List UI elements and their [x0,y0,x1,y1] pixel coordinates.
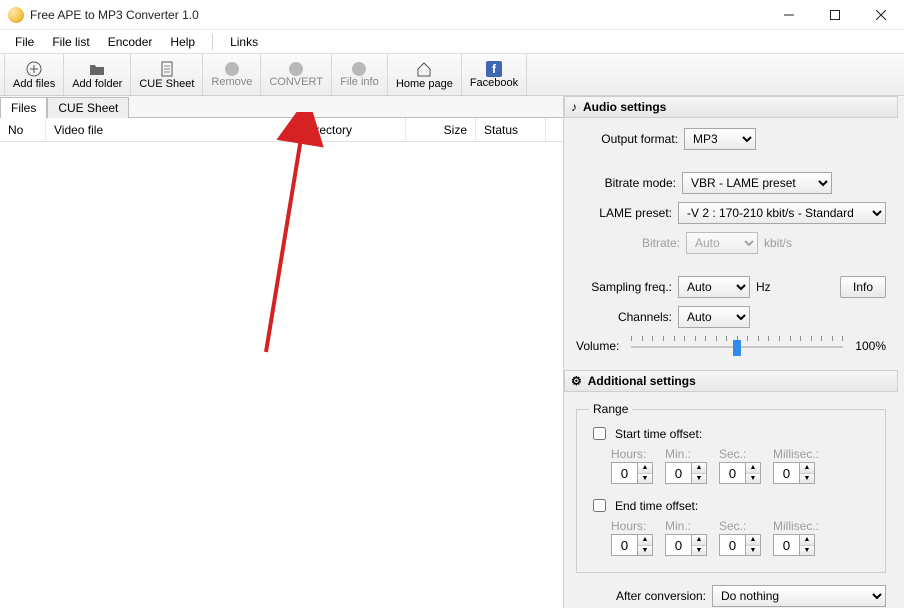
additional-settings-header[interactable]: ⚙ Additional settings [564,370,898,392]
col-directory[interactable]: Directory [296,118,406,141]
home-page-label: Home page [396,78,453,90]
additional-settings-body: Range Start time offset: Hours:Min.:Sec.… [564,392,898,608]
bitrate-mode-select[interactable]: VBR - LAME preset [682,172,832,194]
add-folder-label: Add folder [72,78,122,90]
start-min-spin[interactable]: ▲▼ [665,462,707,484]
cue-sheet-button[interactable]: CUE Sheet [131,54,203,95]
end-ms-spin[interactable]: ▲▼ [773,534,815,556]
volume-label: Volume: [576,339,619,353]
folder-icon [88,60,106,78]
start-offset-checkbox[interactable] [593,427,606,440]
window-title: Free APE to MP3 Converter 1.0 [30,8,766,22]
window-titlebar: Free APE to MP3 Converter 1.0 [0,0,904,30]
end-time-inputs: ▲▼ ▲▼ ▲▼ ▲▼ [611,534,873,556]
close-button[interactable] [858,0,904,30]
end-offset-checkbox[interactable] [593,499,606,512]
toolbar: Add files Add folder CUE Sheet Remove CO… [0,54,904,96]
remove-button[interactable]: Remove [203,54,261,95]
sampling-unit: Hz [756,280,771,294]
document-icon [158,60,176,78]
bitrate-label: Bitrate: [584,236,680,250]
file-tabs: Files CUE Sheet [0,96,563,118]
info-button[interactable]: Info [840,276,886,298]
add-files-button[interactable]: Add files [4,54,64,95]
cue-sheet-label: CUE Sheet [139,78,194,90]
bitrate-mode-label: Bitrate mode: [580,176,676,190]
file-table-header: No Video file Directory Size Status [0,118,563,142]
remove-icon [225,62,239,76]
add-files-label: Add files [13,78,55,90]
end-sec-spin[interactable]: ▲▼ [719,534,761,556]
settings-scroll[interactable]: ♪ Audio settings Output format: MP3 Bitr… [564,96,904,608]
convert-button[interactable]: CONVERT [261,54,332,95]
maximize-button[interactable] [812,0,858,30]
end-time-labels: Hours:Min.:Sec.:Millisec.: [611,519,873,533]
after-conversion-select[interactable]: Do nothing [712,585,886,607]
menu-file[interactable]: File [6,33,43,51]
lame-preset-label: LAME preset: [576,206,672,220]
bitrate-unit: kbit/s [764,236,792,250]
channels-label: Channels: [576,310,672,324]
additional-settings-title: Additional settings [588,374,696,388]
start-offset-label: Start time offset: [615,427,702,441]
channels-select[interactable]: Auto [678,306,750,328]
convert-icon [289,62,303,76]
plus-circle-icon [25,60,43,78]
annotation-arrow [236,112,346,362]
volume-value: 100% [855,339,886,353]
range-legend: Range [589,402,632,416]
home-icon [415,60,433,78]
output-format-select[interactable]: MP3 [684,128,756,150]
output-format-label: Output format: [582,132,678,146]
end-hours-spin[interactable]: ▲▼ [611,534,653,556]
remove-label: Remove [211,76,252,88]
info-icon [352,62,366,76]
audio-settings-title: Audio settings [583,100,666,114]
start-time-inputs: ▲▼ ▲▼ ▲▼ ▲▼ [611,462,873,484]
home-page-button[interactable]: Home page [388,54,462,95]
main-area: Files CUE Sheet No Video file Directory … [0,96,904,608]
start-hours-spin[interactable]: ▲▼ [611,462,653,484]
col-no[interactable]: No [0,118,46,141]
convert-label: CONVERT [269,76,323,88]
start-ms-spin[interactable]: ▲▼ [773,462,815,484]
col-video-file[interactable]: Video file [46,118,296,141]
menu-links[interactable]: Links [221,33,267,51]
add-folder-button[interactable]: Add folder [64,54,131,95]
col-size[interactable]: Size [406,118,476,141]
sampling-label: Sampling freq.: [576,280,672,294]
end-offset-label: End time offset: [615,499,698,513]
file-info-label: File info [340,76,379,88]
tab-cue[interactable]: CUE Sheet [47,97,129,118]
gear-icon: ⚙ [571,374,582,388]
range-fieldset: Range Start time offset: Hours:Min.:Sec.… [576,402,886,573]
file-info-button[interactable]: File info [332,54,388,95]
bitrate-select: Auto [686,232,758,254]
music-icon: ♪ [571,100,577,114]
lame-preset-select[interactable]: -V 2 : 170-210 kbit/s - Standard [678,202,886,224]
col-status[interactable]: Status [476,118,546,141]
menubar: File File list Encoder Help Links [0,30,904,54]
tab-files[interactable]: Files [0,97,47,118]
after-conversion-label: After conversion: [616,589,706,603]
volume-slider[interactable] [631,336,843,356]
file-table-body [0,142,563,608]
end-min-spin[interactable]: ▲▼ [665,534,707,556]
left-panel: Files CUE Sheet No Video file Directory … [0,96,564,608]
start-sec-spin[interactable]: ▲▼ [719,462,761,484]
facebook-icon: f [486,61,502,77]
menu-encoder[interactable]: Encoder [99,33,162,51]
minimize-button[interactable] [766,0,812,30]
audio-settings-body: Output format: MP3 Bitrate mode: VBR - L… [564,118,898,370]
menu-help[interactable]: Help [161,33,204,51]
facebook-button[interactable]: f Facebook [462,54,527,95]
facebook-label: Facebook [470,77,518,89]
audio-settings-header[interactable]: ♪ Audio settings [564,96,898,118]
menu-separator [212,34,213,50]
right-panel: ♪ Audio settings Output format: MP3 Bitr… [564,96,904,608]
start-time-labels: Hours:Min.:Sec.:Millisec.: [611,447,873,461]
app-icon [8,7,24,23]
menu-file-list[interactable]: File list [43,33,98,51]
sampling-select[interactable]: Auto [678,276,750,298]
